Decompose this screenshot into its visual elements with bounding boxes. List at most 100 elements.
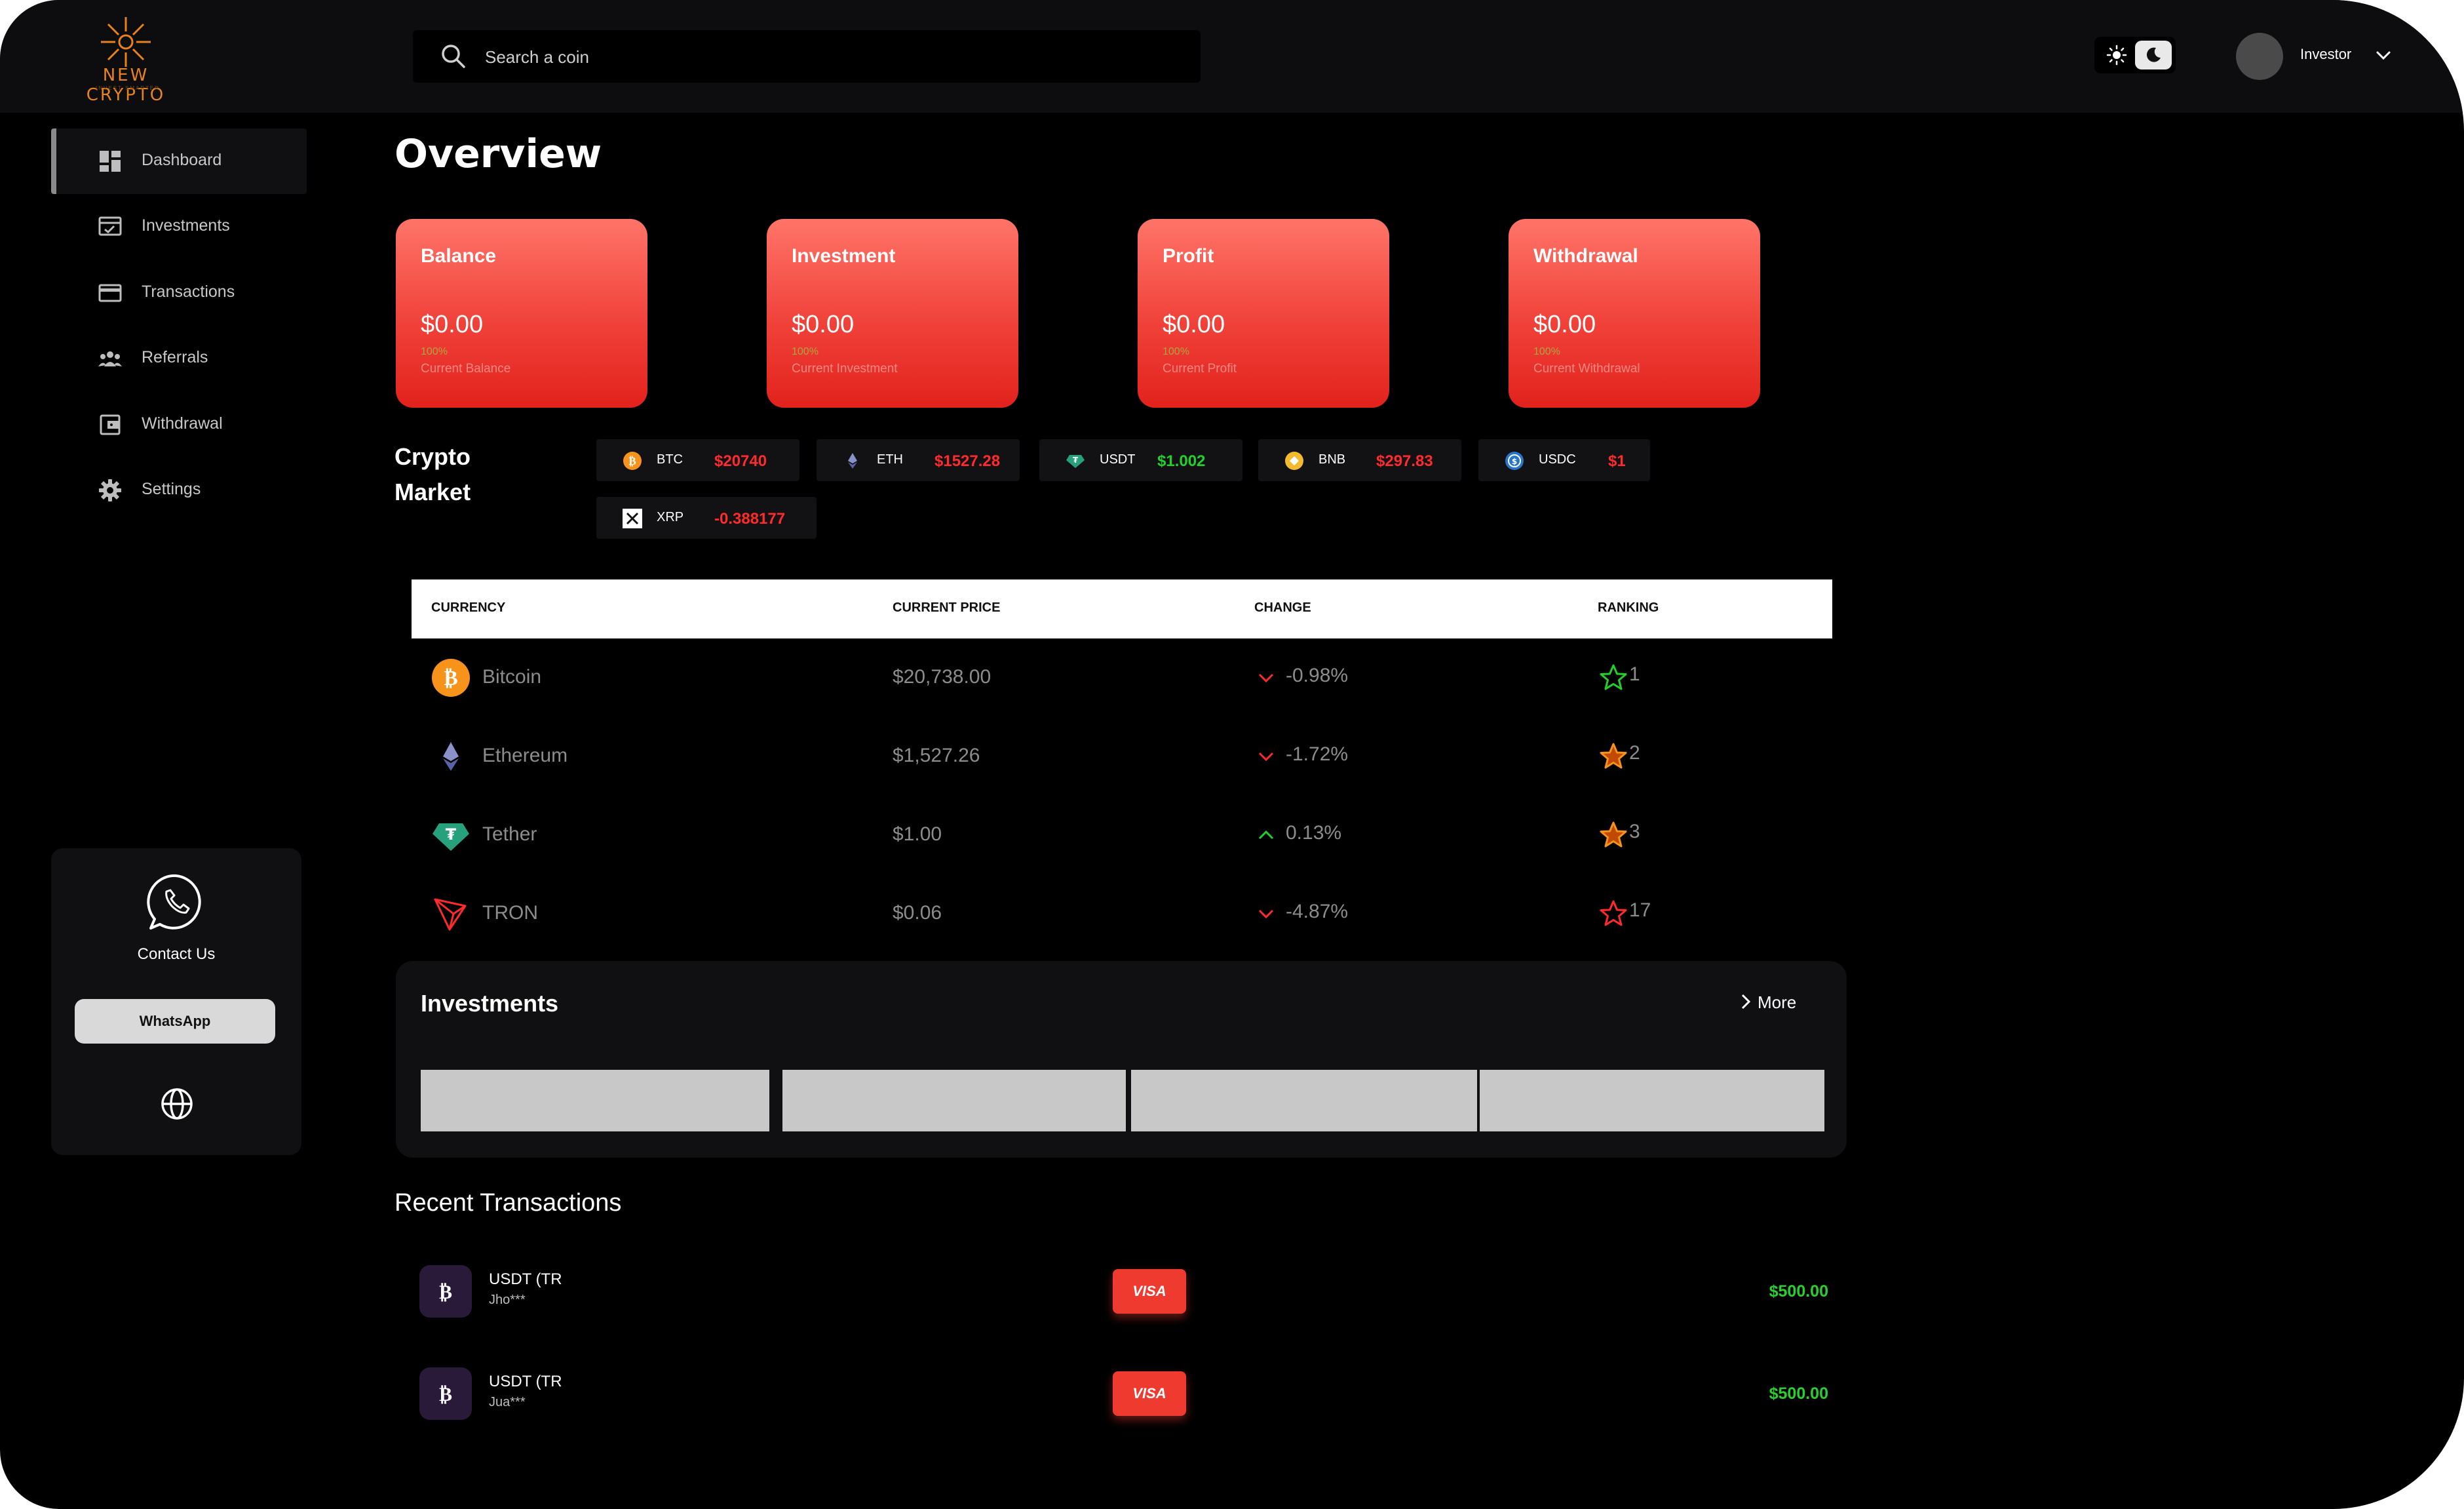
bitcoin-icon: ₿ — [432, 659, 470, 697]
star-icon[interactable] — [1599, 663, 1628, 692]
coin-change: -0.98% — [1286, 665, 1349, 686]
usdc-icon: $ — [1505, 452, 1524, 470]
coin-price: $20,738.00 — [893, 666, 991, 688]
card-value: $0.00 — [1163, 311, 1225, 338]
card-subtitle: Current Investment — [792, 362, 898, 376]
transaction-coin: USDT (TR — [489, 1373, 562, 1390]
table-row[interactable]: ₿ Bitcoin $20,738.00 -0.98% 1 — [412, 638, 1832, 717]
card-value: $0.00 — [792, 311, 855, 338]
sidebar-item-withdrawal[interactable]: Withdrawal — [51, 392, 301, 458]
wallet-icon — [100, 414, 121, 435]
ticker-price: $1527.28 — [934, 452, 1001, 470]
ticker-chip-usdt[interactable]: ₮ USDT $1.002 — [1039, 439, 1242, 481]
profit-card[interactable]: Profit $0.00 100% Current Profit — [1138, 219, 1389, 408]
avatar[interactable] — [2236, 33, 2283, 80]
sun-icon[interactable] — [2106, 45, 2127, 66]
logo-icon[interactable] — [98, 14, 153, 69]
card-title: Investment — [792, 245, 896, 267]
bitcoin-icon: ₿ — [419, 1367, 472, 1420]
tether-icon: ₮ — [1066, 455, 1085, 468]
star-icon[interactable] — [1599, 821, 1628, 850]
crypto-market-title: Crypto Market — [395, 439, 526, 510]
card-title: Profit — [1163, 245, 1214, 267]
search-bar[interactable] — [413, 30, 1201, 84]
gear-icon — [99, 479, 121, 501]
chevron-right-icon[interactable] — [1737, 992, 1755, 1011]
card-subtitle: Current Withdrawal — [1533, 362, 1640, 376]
column-header[interactable]: CURRENT PRICE — [893, 600, 1000, 616]
investment-card[interactable]: Investment $0.00 100% Current Investment — [767, 219, 1018, 408]
page-title: Overview — [395, 131, 602, 177]
bitcoin-icon: ₿ — [623, 452, 642, 470]
table-row[interactable]: TRON $0.06 -4.87% 17 — [412, 874, 1832, 953]
card-percent: 100% — [792, 346, 818, 357]
card-value: $0.00 — [421, 311, 484, 338]
sidebar-item-label: Withdrawal — [142, 414, 223, 433]
star-icon[interactable] — [1599, 742, 1628, 771]
theme-toggle[interactable] — [2094, 37, 2176, 73]
search-input[interactable] — [484, 30, 1181, 84]
ethereum-icon — [848, 453, 857, 469]
ticker-price: -0.388177 — [714, 510, 786, 528]
card-title: Withdrawal — [1533, 245, 1638, 267]
more-link[interactable]: More — [1758, 992, 1796, 1013]
transaction-row[interactable]: ₿ USDT (TR Jua*** VISA $500.00 — [419, 1367, 1828, 1424]
sidebar-item-label: Referrals — [142, 348, 208, 366]
ticker-chip-usdc[interactable]: $ USDC $1 — [1478, 439, 1650, 481]
sidebar-item-settings[interactable]: Settings — [51, 458, 301, 523]
sidebar-item-referrals[interactable]: Referrals — [51, 326, 301, 391]
top-bar: NEW CRYPTO INVEST SMARTER Search a coin … — [0, 0, 2464, 113]
card-percent: 100% — [1533, 346, 1560, 357]
coin-rank: 1 — [1629, 663, 1640, 685]
card-value: $0.00 — [1533, 311, 1596, 338]
transaction-user: Jho*** — [489, 1293, 526, 1307]
chevron-up-icon — [1258, 830, 1274, 840]
transaction-row[interactable]: ₿ USDT (TR Jho*** VISA $500.00 — [419, 1265, 1828, 1322]
card-title: Balance — [421, 245, 497, 267]
ticker-price: $20740 — [714, 452, 767, 470]
user-name[interactable]: Investor — [2300, 46, 2351, 63]
search-icon — [442, 45, 465, 68]
sidebar-item-dashboard[interactable]: Dashboard — [51, 128, 307, 194]
sidebar-item-investments[interactable]: Investments — [51, 194, 301, 260]
sidebar-item-label: Investments — [142, 216, 230, 235]
svg-text:$: $ — [1512, 457, 1517, 466]
column-header[interactable]: CURRENCY — [431, 600, 505, 616]
dark-mode-button[interactable] — [2135, 41, 2172, 69]
ticker-chip-bnb[interactable]: BNB $297.83 — [1258, 439, 1461, 481]
globe-icon[interactable] — [159, 1086, 195, 1122]
balance-card[interactable]: Balance $0.00 100% Current Balance — [396, 219, 647, 408]
ticker-symbol: USDT — [1100, 452, 1136, 467]
column-header[interactable]: RANKING — [1598, 600, 1659, 616]
investments-icon — [98, 216, 122, 236]
ticker-chip-xrp[interactable]: XRP -0.388177 — [596, 497, 817, 539]
ticker-chip-eth[interactable]: ETH $1527.28 — [817, 439, 1020, 481]
coin-name: Bitcoin — [482, 666, 542, 688]
withdrawal-card[interactable]: Withdrawal $0.00 100% Current Withdrawal — [1509, 219, 1760, 408]
app-window: NEW CRYPTO INVEST SMARTER Search a coin … — [0, 0, 2464, 1509]
ticker-price: $297.83 — [1376, 452, 1433, 470]
whatsapp-button[interactable]: WhatsApp — [75, 999, 275, 1044]
ticker-symbol: ETH — [877, 452, 903, 467]
investments-title: Investments — [421, 990, 559, 1017]
star-icon[interactable] — [1599, 899, 1628, 928]
bitcoin-icon: ₿ — [419, 1265, 472, 1318]
table-row[interactable]: ₮ Tether $1.00 0.13% 3 — [412, 796, 1832, 874]
column-header[interactable]: CHANGE — [1254, 600, 1311, 616]
investment-placeholder — [421, 1070, 769, 1131]
sidebar-item-transactions[interactable]: Transactions — [51, 260, 301, 326]
table-row[interactable]: Ethereum $1,527.26 -1.72% 2 — [412, 717, 1832, 796]
ticker-chip-btc[interactable]: ₿ BTC $20740 — [596, 439, 799, 481]
svg-text:₮: ₮ — [446, 825, 457, 844]
coin-change: -1.72% — [1286, 743, 1349, 765]
investment-placeholder — [1131, 1070, 1477, 1131]
moon-icon — [2146, 47, 2161, 62]
transaction-user: Jua*** — [489, 1395, 526, 1409]
visa-badge: VISA — [1113, 1371, 1186, 1416]
chevron-down-icon — [1258, 752, 1274, 762]
svg-text:₿: ₿ — [444, 665, 457, 690]
chevron-down-icon[interactable] — [2374, 46, 2393, 66]
crypto-market-title-line: Market — [395, 479, 471, 505]
coin-rank: 17 — [1629, 899, 1651, 921]
ticker-symbol: USDC — [1539, 452, 1576, 467]
